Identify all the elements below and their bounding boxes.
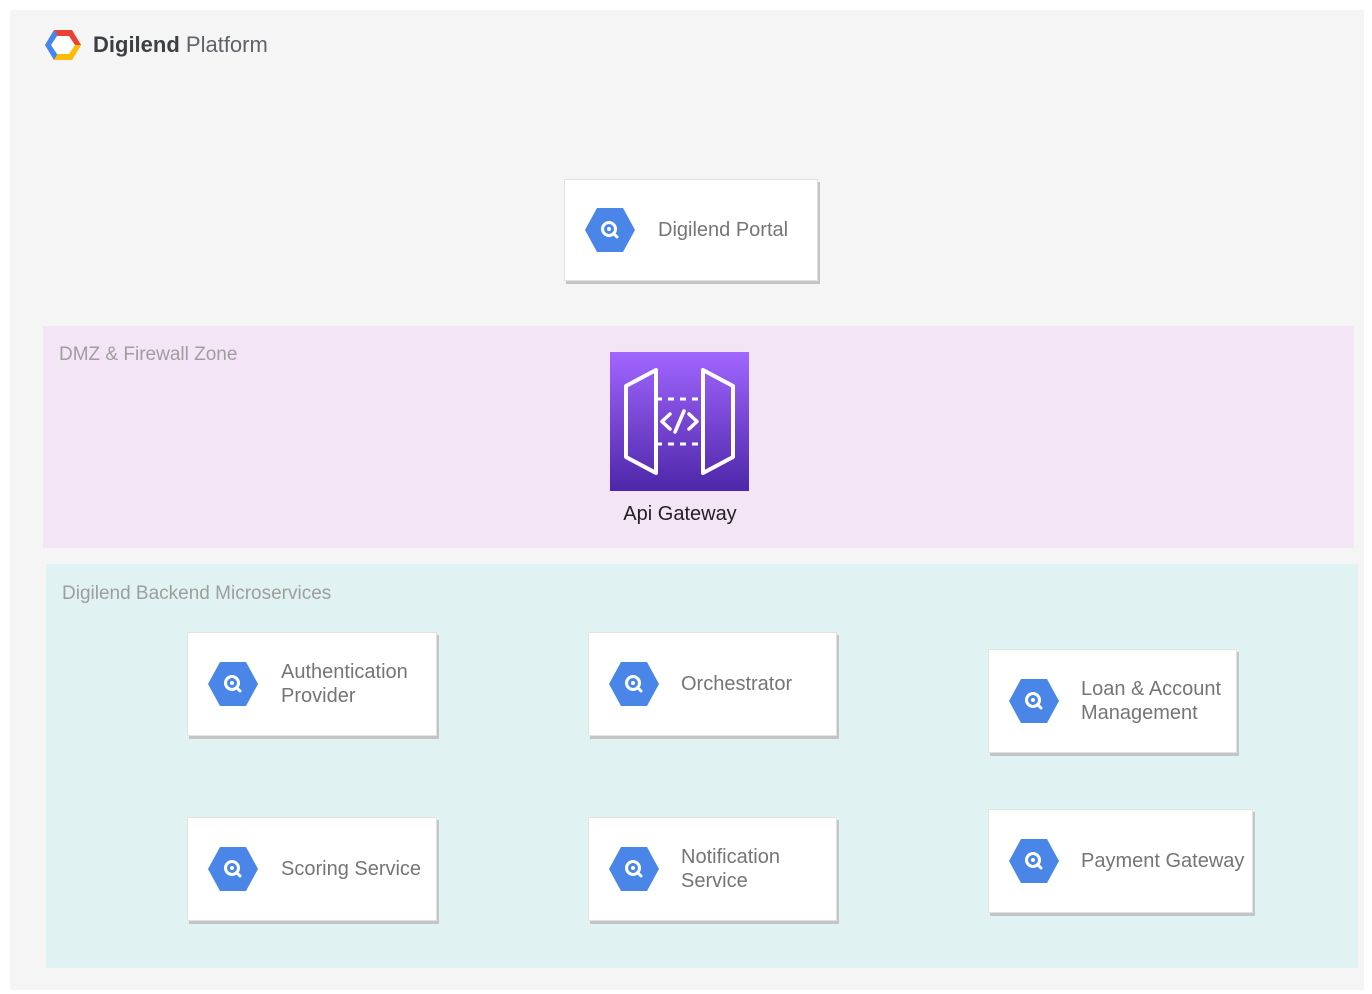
service-label: Authentication Provider <box>281 660 408 708</box>
service-label: Notification Service <box>681 845 780 893</box>
brand-name: Digilend <box>93 32 180 57</box>
service-label-line1: Authentication <box>281 661 408 683</box>
search-hexagon-icon <box>609 662 659 706</box>
service-authentication-provider[interactable]: Authentication Provider <box>187 632 437 736</box>
search-hexagon-icon <box>1009 679 1059 723</box>
portal-label: Digilend Portal <box>658 219 789 241</box>
search-hexagon-icon <box>1009 839 1059 883</box>
service-label-line2: Management <box>1081 702 1198 724</box>
service-label-line1: Notification <box>681 846 780 868</box>
service-label-line1: Orchestrator <box>681 673 793 695</box>
gcp-hexagon-logo-icon <box>45 30 81 60</box>
service-scoring-service[interactable]: Scoring Service <box>187 817 437 921</box>
service-label-line1: Loan & Account <box>1081 678 1222 700</box>
search-hexagon-icon <box>609 847 659 891</box>
service-label: Scoring Service <box>281 857 421 881</box>
service-loan-account-management[interactable]: Loan & Account Management <box>988 649 1237 753</box>
service-label: Loan & Account Management <box>1081 677 1221 725</box>
service-label: Payment Gateway <box>1081 849 1244 873</box>
brand-header: Digilend Platform <box>44 27 268 63</box>
service-label-line1: Scoring Service <box>281 858 422 880</box>
service-label-line1: Payment Gateway <box>1081 850 1245 872</box>
service-notification-service[interactable]: Notification Service <box>588 817 837 921</box>
api-gateway-label: Api Gateway <box>623 503 737 525</box>
brand-suffix: Platform <box>185 32 268 57</box>
digilend-portal-node[interactable]: Digilend Portal <box>564 179 818 281</box>
service-payment-gateway[interactable]: Payment Gateway <box>988 809 1253 913</box>
service-label-line2: Provider <box>281 685 356 707</box>
api-gateway-icon[interactable] <box>610 352 749 491</box>
service-label: Orchestrator <box>681 672 792 696</box>
service-label-line2: Service <box>681 870 748 892</box>
search-hexagon-icon <box>585 208 635 252</box>
backend-zone-label: Digilend Backend Microservices <box>62 583 332 604</box>
dmz-zone-label: DMZ & Firewall Zone <box>59 344 238 365</box>
search-hexagon-icon <box>208 662 258 706</box>
search-hexagon-icon <box>208 847 258 891</box>
service-orchestrator[interactable]: Orchestrator <box>588 632 837 736</box>
